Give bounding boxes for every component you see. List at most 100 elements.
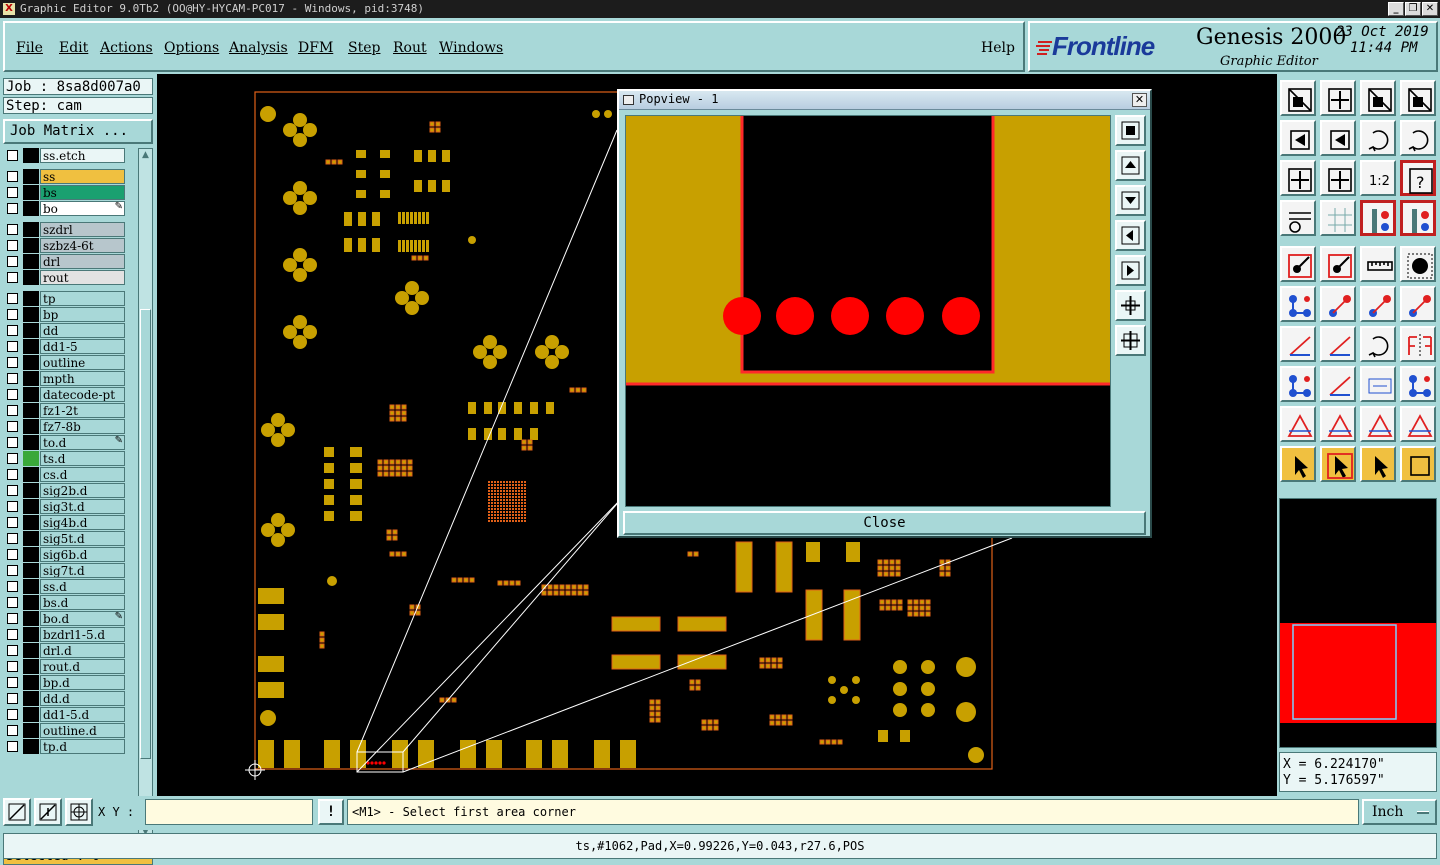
line-horizontal-icon[interactable] bbox=[1320, 366, 1356, 402]
layer-indicator[interactable] bbox=[23, 739, 39, 754]
triangle-large-icon[interactable] bbox=[1360, 406, 1396, 442]
highlight-net-icon[interactable] bbox=[1320, 246, 1356, 282]
menu-options[interactable]: Options bbox=[164, 40, 219, 56]
layer-row[interactable]: ss.d bbox=[3, 579, 125, 594]
node-icon[interactable] bbox=[1280, 366, 1316, 402]
layer-indicator[interactable] bbox=[23, 659, 39, 674]
pan-right-icon[interactable] bbox=[1320, 120, 1356, 156]
layer-row[interactable]: datecode-pt bbox=[3, 387, 125, 402]
layer-checkbox[interactable] bbox=[7, 453, 18, 464]
layer-name[interactable]: cs.d bbox=[40, 467, 125, 482]
layer-indicator[interactable] bbox=[23, 185, 39, 200]
layer-checkbox[interactable] bbox=[7, 661, 18, 672]
layer-checkbox[interactable] bbox=[7, 405, 18, 416]
layer-row[interactable]: szbz4-6t bbox=[3, 238, 125, 253]
layer-checkbox[interactable] bbox=[7, 421, 18, 432]
layer-row[interactable]: bzdrl1-5.d bbox=[3, 627, 125, 642]
measure-tool-icon[interactable] bbox=[1280, 200, 1316, 236]
layer-name[interactable]: outline.d bbox=[40, 723, 125, 738]
layer-indicator[interactable] bbox=[23, 371, 39, 386]
layer-indicator[interactable] bbox=[23, 675, 39, 690]
layer-name[interactable]: rout bbox=[40, 270, 125, 285]
layer-checkbox[interactable] bbox=[7, 469, 18, 480]
layer-row[interactable]: mpth bbox=[3, 371, 125, 386]
layer-indicator[interactable] bbox=[23, 291, 39, 306]
layer-checkbox[interactable] bbox=[7, 171, 18, 182]
layer-row[interactable]: dd1-5 bbox=[3, 339, 125, 354]
layer-row[interactable]: drl bbox=[3, 254, 125, 269]
layer-indicator[interactable] bbox=[23, 238, 39, 253]
layer-name[interactable]: bo bbox=[40, 201, 125, 216]
layer-compare-alt-icon[interactable] bbox=[1400, 200, 1436, 236]
zoom-in-icon[interactable] bbox=[1280, 160, 1316, 196]
layer-checkbox[interactable] bbox=[7, 629, 18, 640]
popview-close-icon[interactable]: ✕ bbox=[1132, 93, 1147, 107]
help-query-icon[interactable]: ? bbox=[1400, 160, 1436, 196]
dimension-icon[interactable] bbox=[1360, 366, 1396, 402]
layer-row[interactable]: bs.d bbox=[3, 595, 125, 610]
layer-row[interactable]: szdrl bbox=[3, 222, 125, 237]
layer-indicator[interactable] bbox=[23, 691, 39, 706]
layer-indicator[interactable] bbox=[23, 643, 39, 658]
layer-name[interactable]: sig2b.d bbox=[40, 483, 125, 498]
layer-name[interactable]: tp bbox=[40, 291, 125, 306]
layer-row[interactable]: dd.d bbox=[3, 691, 125, 706]
window-split-icon[interactable] bbox=[1400, 80, 1436, 116]
layer-row[interactable]: sig6b.d bbox=[3, 547, 125, 562]
layer-checkbox[interactable] bbox=[7, 224, 18, 235]
layer-indicator[interactable] bbox=[23, 148, 39, 163]
layer-checkbox[interactable] bbox=[7, 187, 18, 198]
layer-name[interactable]: dd1-5 bbox=[40, 339, 125, 354]
layer-name[interactable]: bs bbox=[40, 185, 125, 200]
layer-indicator[interactable] bbox=[23, 339, 39, 354]
popview-zoom-in-icon[interactable] bbox=[1115, 290, 1146, 321]
pan-left-icon[interactable] bbox=[1280, 120, 1316, 156]
layer-checkbox[interactable] bbox=[7, 341, 18, 352]
layer-checkbox[interactable] bbox=[7, 240, 18, 251]
home-view-icon[interactable] bbox=[1280, 80, 1316, 116]
layer-checkbox[interactable] bbox=[7, 485, 18, 496]
layer-name[interactable]: tp.d bbox=[40, 739, 125, 754]
layer-name[interactable]: fz1-2t bbox=[40, 403, 125, 418]
layer-row[interactable]: fz7-8b bbox=[3, 419, 125, 434]
ruler-icon[interactable] bbox=[1360, 246, 1396, 282]
layer-indicator[interactable] bbox=[23, 169, 39, 184]
angle-icon[interactable] bbox=[1280, 326, 1316, 362]
layer-row[interactable]: sig3t.d bbox=[3, 499, 125, 514]
layer-indicator[interactable] bbox=[23, 579, 39, 594]
layer-checkbox[interactable] bbox=[7, 256, 18, 267]
close-window-button[interactable]: ✕ bbox=[1422, 2, 1438, 16]
popview-canvas[interactable] bbox=[625, 115, 1111, 507]
layer-name[interactable]: ts.d bbox=[40, 451, 125, 466]
layer-row[interactable]: fz1-2t bbox=[3, 403, 125, 418]
scroll-up-icon[interactable]: ▲ bbox=[141, 151, 150, 160]
layer-name[interactable]: fz7-8b bbox=[40, 419, 125, 434]
layer-checkbox[interactable] bbox=[7, 373, 18, 384]
job-matrix-button[interactable]: Job Matrix ... bbox=[3, 119, 153, 144]
layer-row[interactable]: drl.d bbox=[3, 643, 125, 658]
layer-row[interactable]: sig7t.d bbox=[3, 563, 125, 578]
connect-points-icon[interactable] bbox=[1280, 286, 1316, 322]
layer-checkbox[interactable] bbox=[7, 725, 18, 736]
layer-checkbox[interactable] bbox=[7, 645, 18, 656]
layer-indicator[interactable] bbox=[23, 435, 39, 450]
layer-checkbox[interactable] bbox=[7, 309, 18, 320]
layer-checkbox[interactable] bbox=[7, 533, 18, 544]
layer-row[interactable]: bo ✎ bbox=[3, 201, 125, 216]
triangle-box-icon[interactable] bbox=[1400, 406, 1436, 442]
layer-indicator[interactable] bbox=[23, 563, 39, 578]
layer-row[interactable]: to.d ✎ bbox=[3, 435, 125, 450]
layer-row[interactable]: outline.d bbox=[3, 723, 125, 738]
popview-zoom-out-icon[interactable] bbox=[1115, 325, 1146, 356]
layer-indicator[interactable] bbox=[23, 611, 39, 626]
layer-name[interactable]: bzdrl1-5.d bbox=[40, 627, 125, 642]
xy-input[interactable] bbox=[145, 799, 313, 825]
popview-pan-left-icon[interactable] bbox=[1115, 220, 1146, 251]
layer-indicator[interactable] bbox=[23, 483, 39, 498]
line-icon[interactable] bbox=[1320, 326, 1356, 362]
layer-checkbox[interactable] bbox=[7, 693, 18, 704]
layer-indicator[interactable] bbox=[23, 307, 39, 322]
layer-row[interactable]: rout bbox=[3, 270, 125, 285]
pointer-area-icon[interactable] bbox=[1360, 446, 1396, 482]
layer-name[interactable]: bp bbox=[40, 307, 125, 322]
